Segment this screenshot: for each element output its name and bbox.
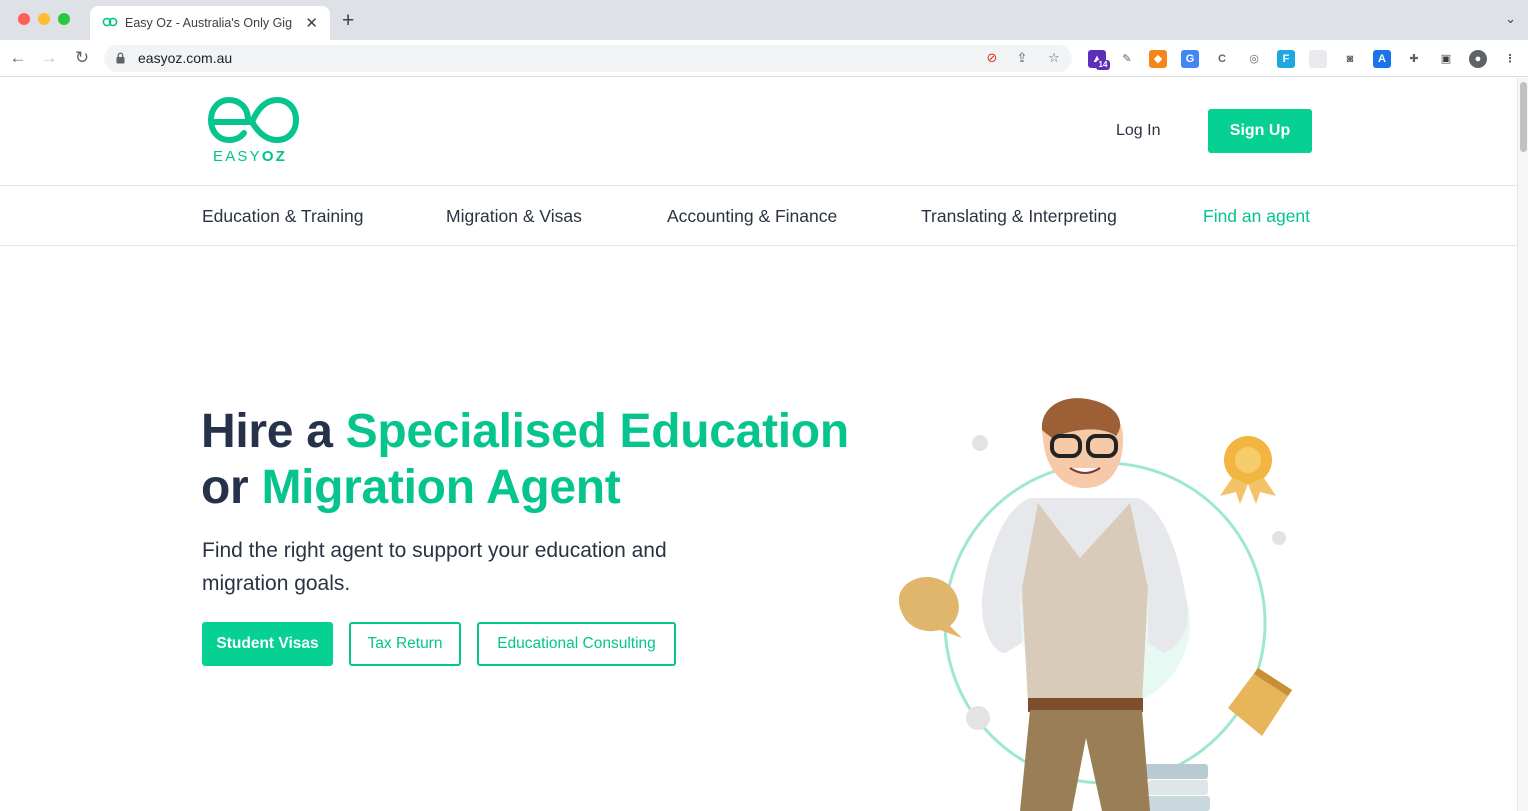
hero-title-highlight-2: Migration Agent [261,461,621,514]
easyoz-logo[interactable]: EASYOZ [208,96,300,166]
app-extension-icon[interactable]: A [1373,50,1391,68]
browser-tab-bar: Easy Oz - Australia's Only Gig ✕ + ⌄ [0,0,1528,40]
browser-tab[interactable]: Easy Oz - Australia's Only Gig ✕ [90,6,330,40]
url-text: easyoz.com.au [138,50,233,66]
nav-education-training[interactable]: Education & Training [202,206,364,227]
maximize-window-button[interactable] [58,13,70,25]
bookmark-star-icon[interactable]: ☆ [1046,50,1062,66]
close-window-button[interactable] [18,13,30,25]
forward-arrow-icon[interactable]: → [39,48,59,68]
easyoz-favicon-icon [102,17,118,27]
lock-icon [116,52,125,64]
reload-icon[interactable]: ↻ [72,48,92,68]
new-tab-button[interactable]: + [342,9,354,33]
browser-toolbar: ← → ↻ easyoz.com.au ⊘ ⇪ ☆ ▲ 14 ✎ ◆ G C ◎… [0,40,1528,77]
page-scrollbar[interactable] [1517,78,1528,811]
side-panel-icon[interactable]: ▣ [1437,50,1455,68]
hero-title: Hire a Specialised Education or Migratio… [201,404,849,516]
google-translate-extension-icon[interactable]: G [1181,50,1199,68]
login-link[interactable]: Log In [1116,122,1160,140]
nav-migration-visas[interactable]: Migration & Visas [446,206,582,227]
extension-badge: 14 [1096,60,1110,70]
web-page: EASYOZ Log In Sign Up Education & Traini… [0,78,1517,811]
close-tab-icon[interactable]: ✕ [305,14,318,32]
agent-character-illustration [898,398,1292,811]
nav-translating-interpreting[interactable]: Translating & Interpreting [921,206,1117,227]
tab-search-chevron-icon[interactable]: ⌄ [1505,11,1516,27]
back-arrow-icon[interactable]: ← [8,48,28,68]
tax-return-button[interactable]: Tax Return [349,622,461,666]
share-icon[interactable]: ⇪ [1014,50,1030,66]
puzzle-extensions-icon[interactable]: ✚ [1405,50,1423,68]
camera-extension-icon[interactable]: ◙ [1341,50,1359,68]
more-menu-icon[interactable]: ⋮ [1501,50,1519,68]
nav-accounting-finance[interactable]: Accounting & Finance [667,206,837,227]
student-visas-button[interactable]: Student Visas [202,622,333,666]
scrollbar-thumb[interactable] [1520,82,1527,152]
blocked-popup-icon[interactable]: ⊘ [984,50,1000,66]
minimize-window-button[interactable] [38,13,50,25]
logo-wordmark: EASYOZ [213,148,288,165]
easyoz-logo-icon [208,96,300,144]
site-header: EASYOZ Log In Sign Up [0,78,1517,186]
tab-title: Easy Oz - Australia's Only Gig [125,16,293,30]
profile-avatar[interactable]: ● [1469,50,1487,68]
metamask-extension-icon[interactable]: ◆ [1149,50,1167,68]
globe-extension-icon[interactable]: ◎ [1245,50,1263,68]
address-bar[interactable]: easyoz.com.au ⊘ ⇪ ☆ [104,45,1072,72]
educational-consulting-button[interactable]: Educational Consulting [477,622,676,666]
code-extension-icon[interactable]: C [1213,50,1231,68]
hero-title-highlight-1: Specialised Education [345,405,849,458]
signup-button[interactable]: Sign Up [1208,109,1312,153]
hero-title-text-1: Hire a [201,405,346,458]
grid-extension-icon[interactable] [1309,50,1327,68]
hero-title-text-2: or [201,461,262,514]
hero-subtitle: Find the right agent to support your edu… [202,539,667,595]
nav-find-an-agent[interactable]: Find an agent [1203,206,1310,227]
main-navigation: Education & Training Migration & Visas A… [0,186,1517,246]
eyedropper-extension-icon[interactable]: ✎ [1118,50,1136,68]
fi-extension-icon[interactable]: F [1277,50,1295,68]
